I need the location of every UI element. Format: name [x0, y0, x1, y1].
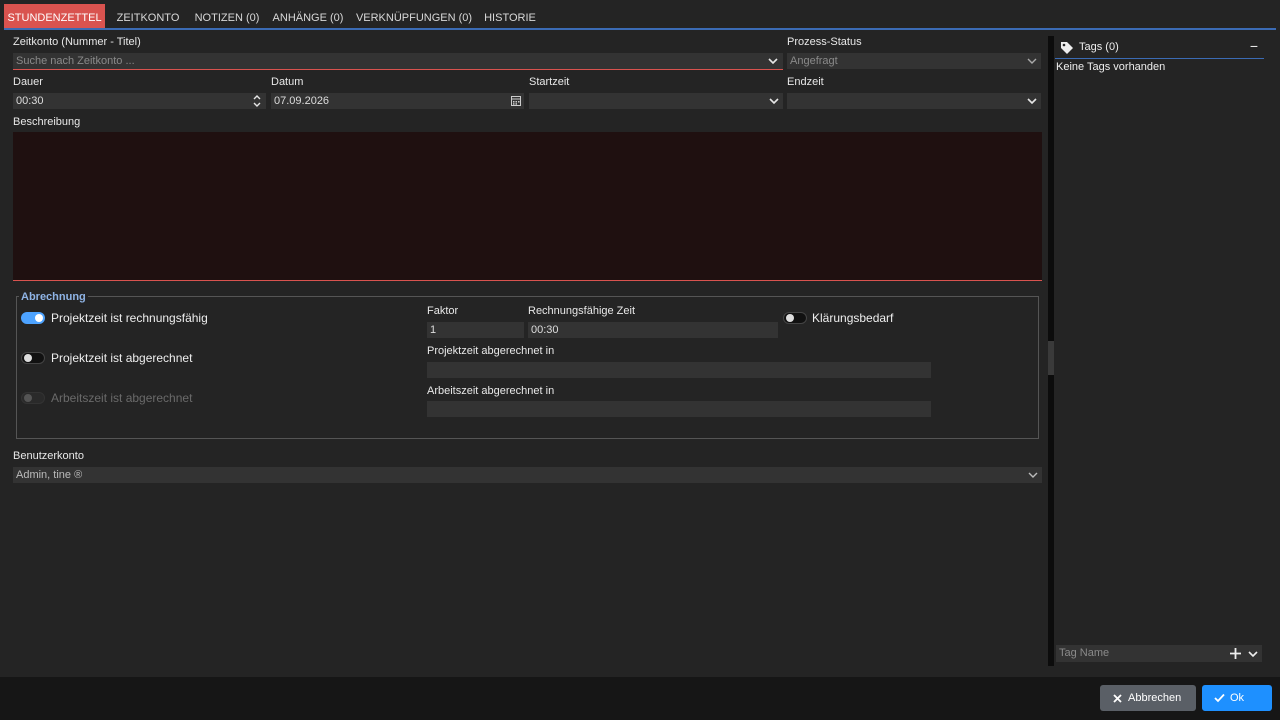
status-value: Angefragt: [790, 55, 838, 67]
abgerechnet-toggle[interactable]: [21, 352, 45, 364]
tab-historie[interactable]: HISTORIE: [482, 4, 538, 28]
rechnungsfaehig-label: Projektzeit ist rechnungsfähig: [51, 311, 208, 325]
cancel-label: Abbrechen: [1128, 692, 1182, 704]
tab-label: NOTIZEN (0): [194, 12, 260, 24]
close-icon: [1113, 694, 1122, 703]
klaerung-toggle[interactable]: [783, 312, 807, 324]
ok-button[interactable]: Ok: [1202, 685, 1272, 711]
tab-anhaenge[interactable]: ANHÄNGE (0): [270, 4, 346, 28]
tag-name-input[interactable]: Tag Name: [1056, 645, 1262, 662]
zeitkonto-label: Zeitkonto (Nummer - Titel): [13, 36, 141, 48]
panel-splitter[interactable]: [1048, 36, 1054, 666]
zeitkonto-input[interactable]: Suche nach Zeitkonto ...: [13, 53, 783, 70]
tab-zeitkonto[interactable]: ZEITKONTO: [112, 4, 184, 28]
footer-bar: Abbrechen Ok: [0, 677, 1280, 720]
arbeit-in-label: Arbeitszeit abgerechnet in: [427, 385, 555, 397]
calendar-icon[interactable]: [510, 93, 522, 109]
arbeitszeit-toggle: [21, 392, 45, 404]
chevron-down-icon[interactable]: [768, 93, 780, 109]
faktor-label: Faktor: [427, 305, 459, 317]
rechnungsfaehig-toggle[interactable]: [21, 312, 45, 324]
datum-label: Datum: [271, 76, 304, 88]
tab-notizen[interactable]: NOTIZEN (0): [192, 4, 262, 28]
rz-value: 00:30: [531, 324, 559, 336]
rz-label: Rechnungsfähige Zeit: [528, 305, 636, 317]
chevron-down-icon[interactable]: [1026, 93, 1038, 109]
endzeit-select[interactable]: [787, 93, 1041, 109]
toggle-knob: [35, 314, 43, 322]
tag-name-placeholder: Tag Name: [1059, 647, 1110, 659]
tags-title: Tags (0): [1079, 41, 1119, 53]
arbeitszeit-label: Arbeitszeit ist abgerechnet: [51, 391, 193, 405]
projekt-in-input[interactable]: [427, 362, 931, 378]
arbeit-in-input[interactable]: [427, 401, 931, 417]
ok-label: Ok: [1230, 692, 1245, 704]
dauer-value: 00:30: [16, 95, 44, 107]
splitter-handle[interactable]: [1048, 341, 1054, 375]
datum-input[interactable]: 07.09.2026: [271, 93, 524, 109]
status-label: Prozess-Status: [787, 36, 862, 48]
abrechnung-title: Abrechnung: [19, 291, 88, 303]
rz-input[interactable]: 00:30: [528, 322, 778, 338]
chevron-down-icon[interactable]: [1026, 53, 1038, 69]
projekt-in-label: Projektzeit abgerechnet in: [427, 345, 555, 357]
chevron-down-icon[interactable]: [767, 53, 779, 69]
toggle-knob: [786, 314, 794, 322]
benutzer-label: Benutzerkonto: [13, 450, 84, 462]
tab-label: ANHÄNGE (0): [272, 12, 344, 24]
faktor-value: 1: [430, 324, 437, 336]
beschreibung-label: Beschreibung: [13, 116, 81, 128]
plus-icon[interactable]: [1229, 647, 1242, 660]
tag-icon: [1061, 42, 1073, 54]
startzeit-select[interactable]: [529, 93, 783, 109]
tab-bar: STUNDENZETTEL ZEITKONTO NOTIZEN (0) ANHÄ…: [4, 4, 1276, 30]
abgerechnet-label: Projektzeit ist abgerechnet: [51, 351, 193, 365]
chevron-down-icon[interactable]: [1247, 646, 1259, 662]
status-select[interactable]: Angefragt: [787, 53, 1041, 69]
cancel-button[interactable]: Abbrechen: [1100, 685, 1196, 711]
tab-verknuepfungen[interactable]: VERKNÜPFUNGEN (0): [354, 4, 474, 28]
tab-label: VERKNÜPFUNGEN (0): [355, 12, 473, 24]
chevron-down-icon[interactable]: [1027, 467, 1039, 483]
collapse-icon[interactable]: −: [1250, 38, 1258, 54]
dauer-label: Dauer: [13, 76, 43, 88]
benutzer-select[interactable]: Admin, tine ®: [13, 467, 1042, 483]
benutzer-value: Admin, tine ®: [16, 469, 83, 481]
tags-header: Tags (0) −: [1055, 38, 1264, 59]
zeitkonto-placeholder: Suche nach Zeitkonto ...: [16, 55, 135, 67]
klaerung-label: Klärungsbedarf: [812, 311, 894, 325]
spinner-icon[interactable]: [251, 93, 263, 109]
startzeit-label: Startzeit: [529, 76, 570, 88]
endzeit-label: Endzeit: [787, 76, 824, 88]
datum-value: 07.09.2026: [274, 95, 330, 107]
toggle-knob: [24, 354, 32, 362]
tab-label: HISTORIE: [484, 12, 536, 24]
tab-label: ZEITKONTO: [116, 12, 180, 24]
tags-empty-text: Keine Tags vorhanden: [1056, 61, 1166, 73]
tab-stundenzettel[interactable]: STUNDENZETTEL: [4, 4, 105, 28]
tab-label: STUNDENZETTEL: [7, 12, 102, 24]
dauer-input[interactable]: 00:30: [13, 93, 266, 109]
faktor-input[interactable]: 1: [427, 322, 524, 338]
check-icon: [1214, 693, 1225, 703]
beschreibung-textarea[interactable]: [13, 132, 1042, 281]
toggle-knob: [24, 394, 32, 402]
